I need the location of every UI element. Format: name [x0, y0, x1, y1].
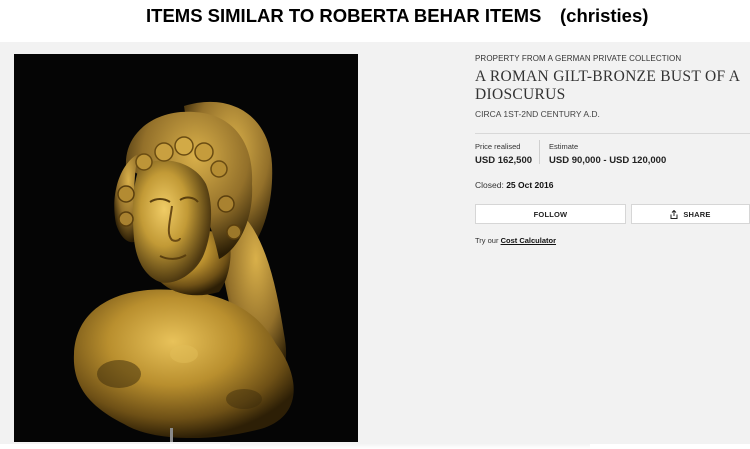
estimate-label: Estimate [549, 142, 579, 151]
bronze-bust-illustration [14, 54, 358, 442]
estimate-value: USD 90,000 - USD 120,000 [549, 155, 667, 166]
calc-prefix: Try our [475, 236, 499, 245]
estimate: Estimate USD 90,000 - USD 120,000 [549, 142, 666, 166]
closed-label: Closed: [475, 180, 504, 190]
lot-card: PROPERTY FROM A GERMAN PRIVATE COLLECTIO… [0, 42, 750, 444]
share-label: SHARE [683, 209, 711, 219]
share-button[interactable]: SHARE [631, 204, 750, 224]
bottom-shadow [230, 444, 590, 449]
heading-title: ITEMS SIMILAR TO ROBERTA BEHAR ITEMS [146, 5, 542, 26]
share-icon [670, 209, 678, 219]
cost-calculator-link[interactable]: Cost Calculator [501, 236, 556, 245]
price-divider [539, 140, 540, 164]
follow-button[interactable]: FOLLOW [475, 204, 626, 224]
closed-value: 25 Oct 2016 [506, 180, 554, 190]
divider [475, 133, 750, 134]
lot-image[interactable] [14, 54, 358, 442]
lot-date: CIRCA 1ST-2ND CENTURY A.D. [475, 109, 600, 119]
price-realised-label: Price realised [475, 142, 521, 151]
cost-calculator-prompt: Try our Cost Calculator [475, 236, 556, 245]
page-heading: ITEMS SIMILAR TO ROBERTA BEHAR ITEMS (ch… [0, 4, 750, 30]
heading-source: (christies) [560, 5, 649, 26]
price-realised-value: USD 162,500 [475, 155, 533, 166]
closed-date: Closed: 25 Oct 2016 [475, 180, 553, 190]
lot-title: A ROMAN GILT-BRONZE BUST OF A DIOSCURUS [475, 68, 740, 103]
lot-provenance: PROPERTY FROM A GERMAN PRIVATE COLLECTIO… [475, 54, 682, 63]
price-realised: Price realised USD 162,500 [475, 142, 532, 166]
